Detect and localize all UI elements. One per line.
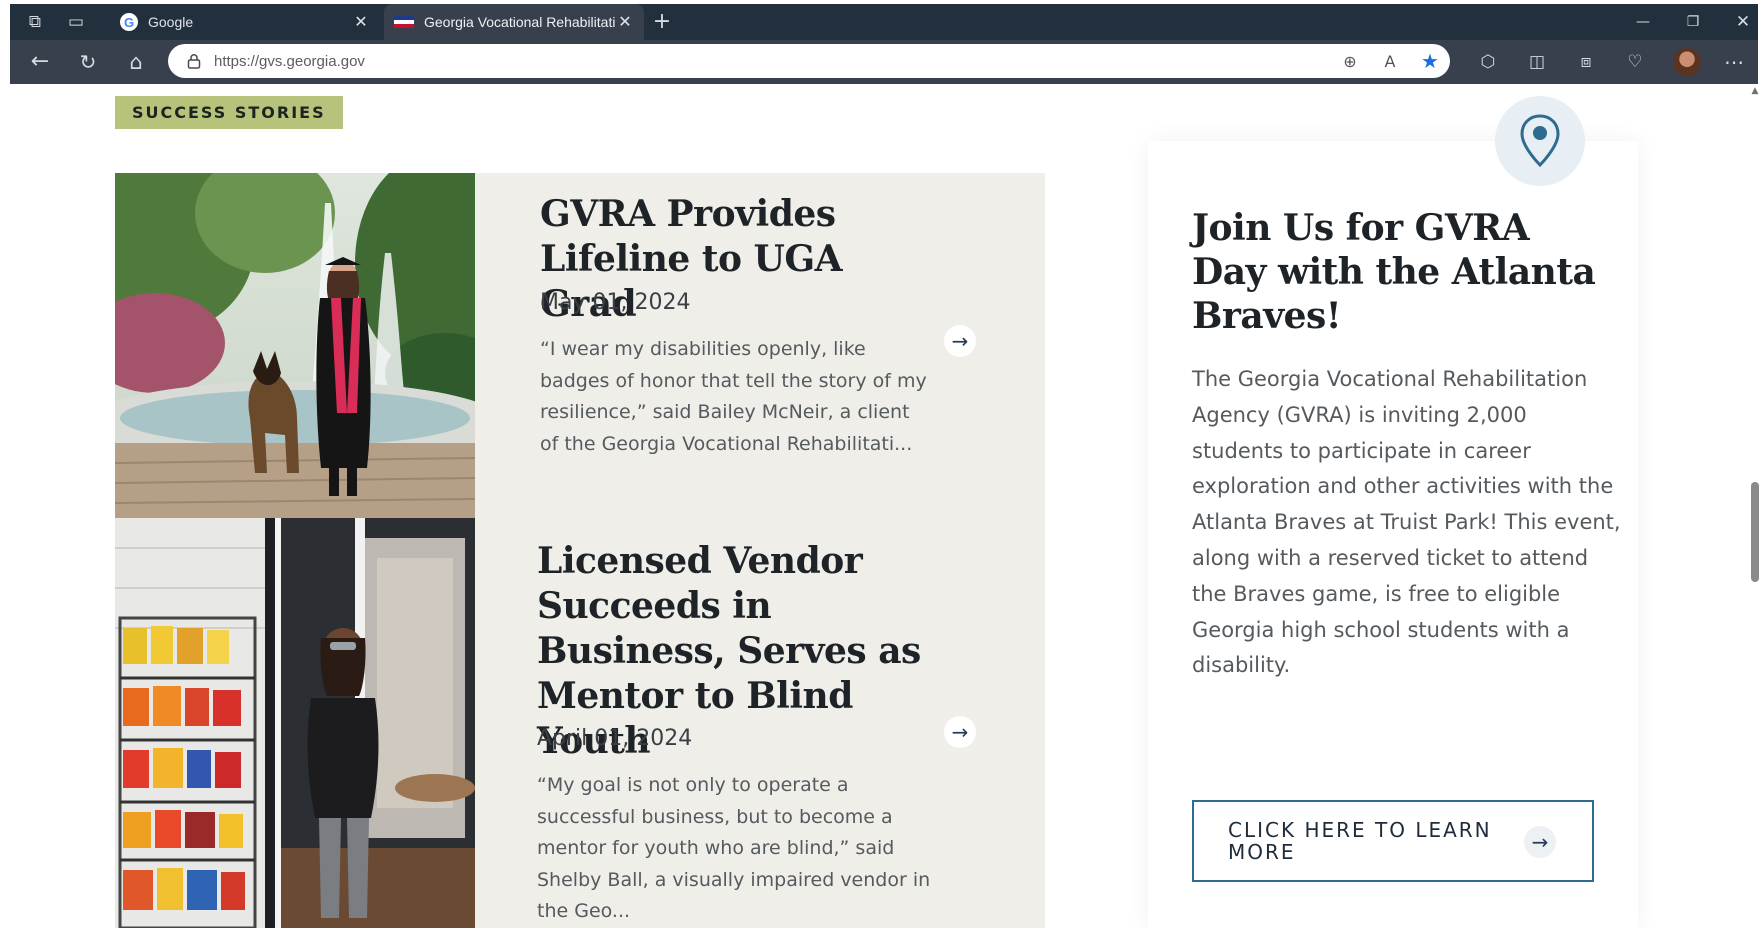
close-tab-icon[interactable]: ✕ (616, 12, 634, 32)
tab-gvra[interactable]: Georgia Vocational Rehabilitation Agency… (384, 4, 644, 40)
browser-toolbar: ← ↻ ⌂ https://gvs.georgia.gov ⊕ A ★ ⬡ ◫ … (10, 40, 1758, 84)
profile-avatar[interactable] (1673, 48, 1701, 76)
address-bar[interactable]: https://gvs.georgia.gov ⊕ A ★ (168, 44, 1450, 78)
lock-icon[interactable] (186, 53, 202, 69)
learn-more-button[interactable]: CLICK HERE TO LEARN MORE → (1192, 800, 1594, 882)
story-2-arrow-icon[interactable]: → (944, 716, 976, 748)
split-screen-icon[interactable]: ◫ (1525, 51, 1549, 73)
page-content: SUCCESS STORIES GVRA Provides Lifeline t… (0, 84, 1762, 928)
georgia-flag-icon (394, 16, 414, 28)
collections-icon[interactable]: ⧈ (1574, 51, 1598, 73)
tab-title: Google (148, 14, 194, 30)
scrollbar-thumb[interactable] (1751, 482, 1759, 582)
favorite-star-icon[interactable]: ★ (1410, 49, 1450, 73)
story-1-excerpt: “I wear my disabilities openly, like bad… (540, 338, 927, 455)
new-tab-plus-icon[interactable]: + (650, 11, 674, 33)
more-menu-icon[interactable]: ⋯ (1722, 51, 1746, 73)
story-2-excerpt: “My goal is not only to operate a succes… (537, 774, 931, 922)
scroll-up-arrow-icon[interactable]: ▲ (1750, 86, 1760, 96)
tab-google[interactable]: G Google ✕ (110, 4, 380, 40)
tab-title: Georgia Vocational Rehabilitation Agency (424, 14, 616, 30)
event-title: Join Us for GVRA Day with the Atlanta Br… (1192, 207, 1596, 337)
learn-more-arrow-icon: → (1524, 826, 1556, 858)
story-1-arrow-icon[interactable]: → (944, 325, 976, 357)
story-photo-graduate[interactable] (115, 173, 475, 518)
browser-tab-strip: ⧉ ▭ G Google ✕ Georgia Vocational Rehabi… (10, 4, 1758, 40)
event-description: The Georgia Vocational Rehabilitation Ag… (1192, 367, 1621, 678)
success-stories-badge: SUCCESS STORIES (115, 96, 343, 129)
story-photo-vendor[interactable] (115, 518, 475, 928)
performance-icon[interactable]: ♡ (1623, 51, 1647, 73)
refresh-icon[interactable]: ↻ (76, 51, 100, 73)
story-2-date: April 01, 2024 (537, 726, 693, 751)
back-arrow-icon[interactable]: ← (28, 51, 52, 73)
restore-icon[interactable]: ❐ (1682, 13, 1704, 31)
close-tab-icon[interactable]: ✕ (352, 12, 370, 32)
learn-more-label: CLICK HERE TO LEARN MORE (1228, 818, 1492, 864)
story-1-date: May 01, 2024 (540, 290, 691, 315)
url-text[interactable]: https://gvs.georgia.gov (214, 53, 1330, 70)
extensions-icon[interactable]: ⬡ (1476, 51, 1500, 73)
read-aloud-icon[interactable]: A (1370, 52, 1410, 71)
google-g-icon: G (120, 13, 138, 31)
location-pin-icon (1495, 96, 1585, 186)
tab-actions-icon[interactable]: ▭ (65, 13, 87, 31)
zoom-icon[interactable]: ⊕ (1330, 52, 1370, 71)
workspaces-icon[interactable]: ⧉ (24, 13, 46, 31)
minimize-icon[interactable]: — (1632, 13, 1654, 31)
home-icon[interactable]: ⌂ (124, 51, 148, 73)
close-window-icon[interactable]: ✕ (1732, 13, 1754, 31)
